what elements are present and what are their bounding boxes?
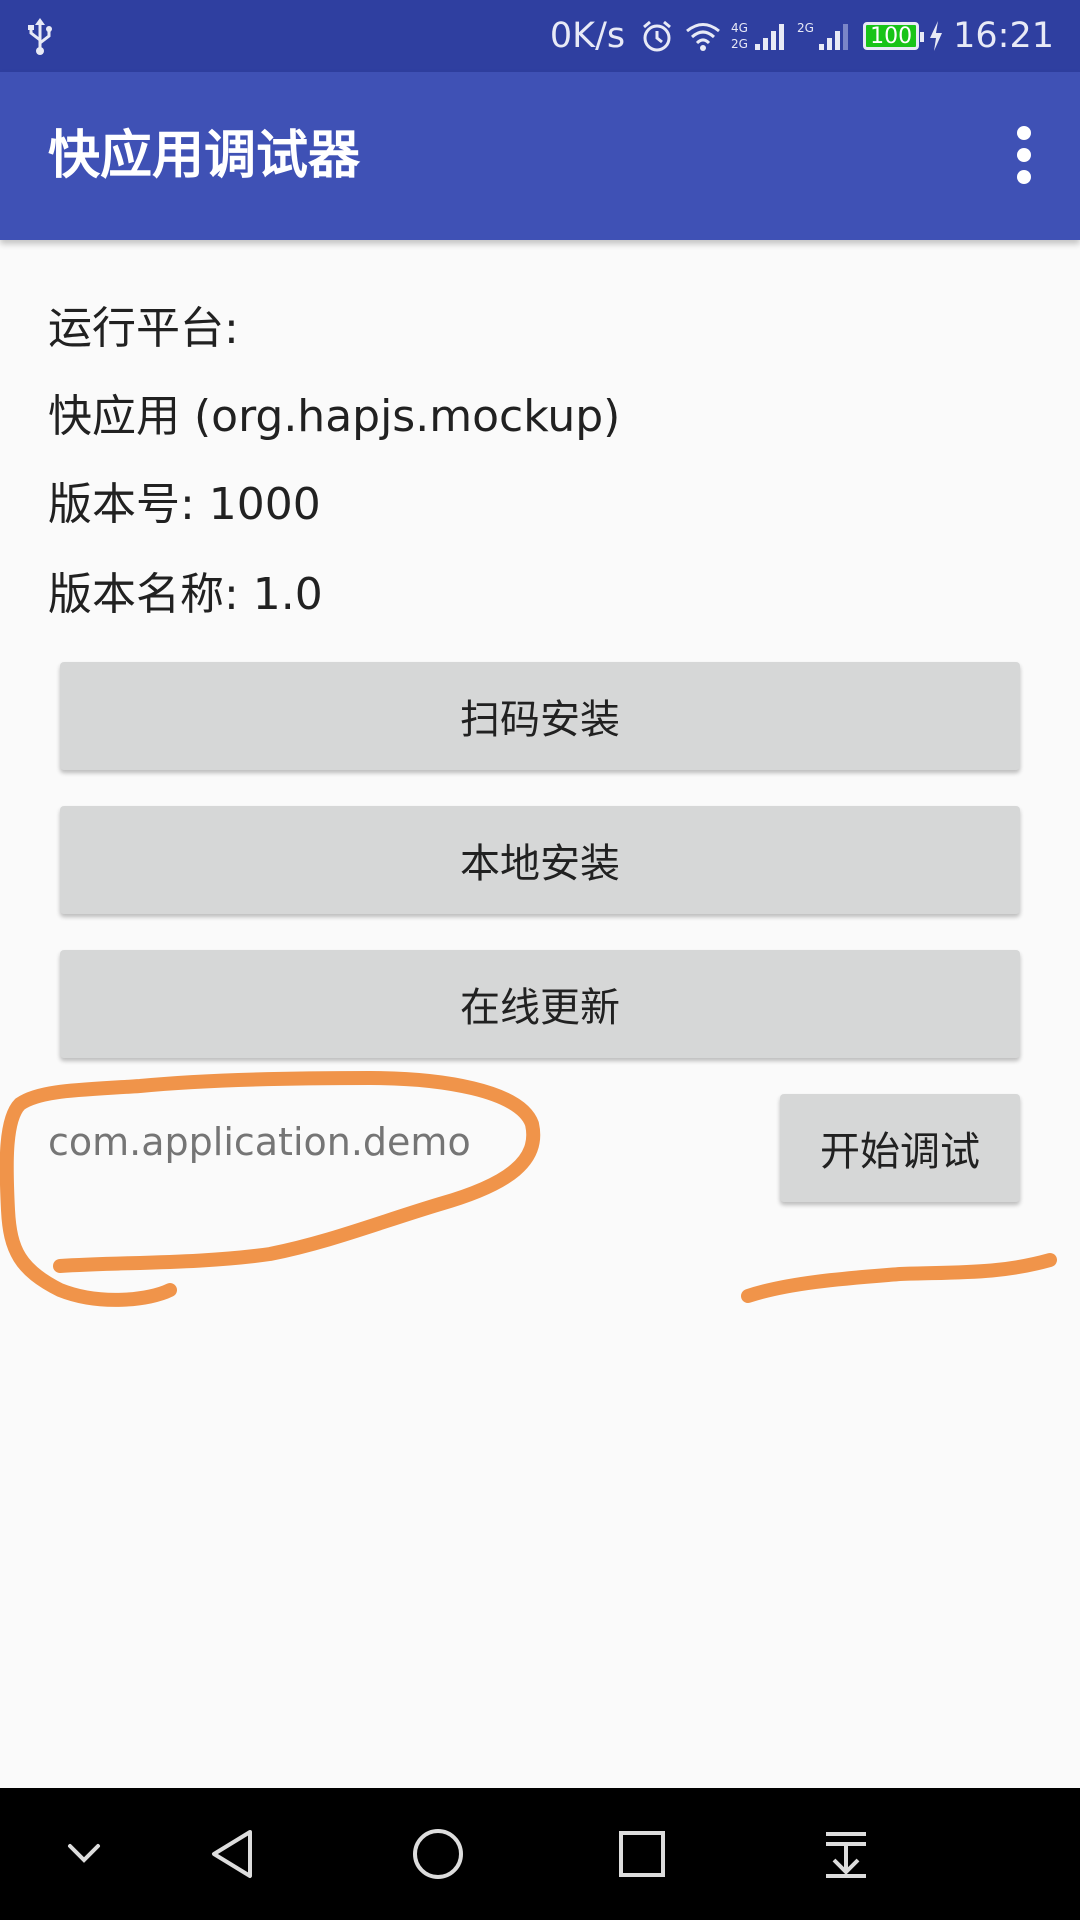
recent-apps-icon[interactable]	[606, 1818, 678, 1890]
signal-4g-icon: 4G 2G	[731, 21, 785, 51]
svg-text:2G: 2G	[797, 21, 814, 35]
annotation-circle	[0, 1070, 541, 1307]
wifi-icon	[686, 23, 721, 51]
clock: 16:21	[953, 16, 1054, 56]
app-title: 快应用调试器	[48, 126, 361, 186]
version-name: 版本名称: 1.0	[48, 569, 323, 620]
app-bar: 快应用调试器	[0, 72, 1080, 240]
package-name-field[interactable]: com.application.demo	[48, 1120, 471, 1164]
version-code: 版本号: 1000	[48, 479, 321, 530]
chevron-down-icon[interactable]	[48, 1818, 120, 1890]
battery-icon: 100	[863, 22, 925, 50]
notification-pull-down-icon[interactable]	[810, 1818, 882, 1890]
status-bar: 0K/s 4G 2G 2G 100 16:21	[0, 0, 1080, 72]
online-update-button[interactable]: 在线更新	[60, 950, 1020, 1058]
battery-level: 100	[870, 23, 913, 49]
home-icon[interactable]	[402, 1818, 474, 1890]
overflow-menu-icon[interactable]	[1000, 126, 1048, 186]
local-install-button[interactable]: 本地安装	[60, 806, 1020, 914]
scan-install-button[interactable]: 扫码安装	[60, 662, 1020, 770]
back-icon[interactable]	[198, 1818, 270, 1890]
usb-icon	[28, 18, 52, 55]
charging-icon	[930, 21, 943, 51]
net-type-2-label: 2G	[731, 37, 748, 51]
net-type-1-label: 4G	[731, 21, 748, 35]
annotation-underline	[741, 1253, 1057, 1303]
network-speed: 0K/s	[549, 16, 626, 56]
signal-2g-icon: 2G	[797, 21, 849, 50]
platform-value: 快应用 (org.hapjs.mockup)	[48, 391, 621, 442]
navigation-bar	[0, 1788, 1080, 1920]
alarm-icon	[643, 20, 672, 52]
start-debug-button[interactable]: 开始调试	[780, 1094, 1020, 1202]
platform-label: 运行平台:	[48, 303, 239, 354]
